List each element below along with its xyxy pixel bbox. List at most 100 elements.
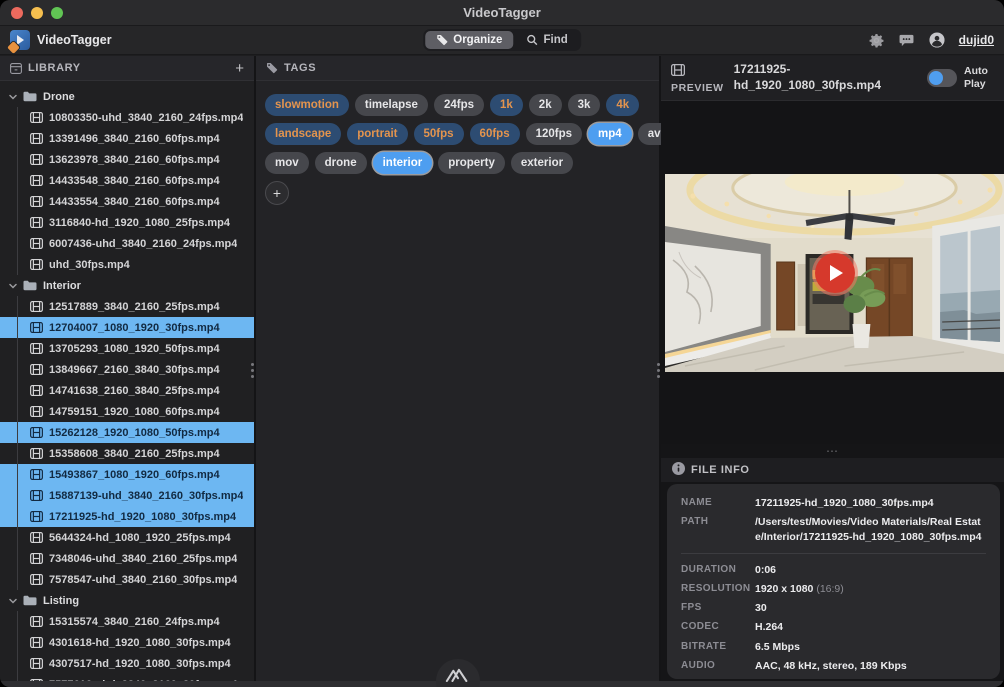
video-preview-frame[interactable] <box>665 174 1004 372</box>
file-row[interactable]: 7578547-uhd_3840_2160_30fps.mp4 <box>0 569 254 590</box>
chevron-down-icon[interactable] <box>9 282 17 290</box>
file-row[interactable]: 15262128_1920_1080_50fps.mp4 <box>0 422 254 443</box>
file-row[interactable]: 12704007_1080_1920_30fps.mp4 <box>0 317 254 338</box>
file-row[interactable]: 4307517-hd_1920_1080_30fps.mp4 <box>0 653 254 674</box>
tag-pill-property[interactable]: property <box>438 152 505 174</box>
file-name: 3116840-hd_1920_1080_25fps.mp4 <box>49 217 230 229</box>
library-title: LIBRARY <box>28 62 81 74</box>
add-library-item-button[interactable]: + <box>235 60 244 77</box>
tags-header: TAGS <box>256 56 659 81</box>
username-link[interactable]: dujid0 <box>959 33 994 47</box>
file-name: 7578547-uhd_3840_2160_30fps.mp4 <box>49 574 237 586</box>
file-name: 4301618-hd_1920_1080_30fps.mp4 <box>49 637 231 649</box>
autoplay-toggle[interactable] <box>927 69 957 87</box>
folder-row-drone[interactable]: Drone <box>0 86 254 107</box>
chat-icon[interactable] <box>899 32 915 48</box>
tag-row: mov drone interiorproperty exterior <box>265 152 650 174</box>
tag-pill-mov[interactable]: mov <box>265 152 309 174</box>
app-logo-fab[interactable] <box>436 659 480 687</box>
preview-header-left: PREVIEW <box>671 63 724 94</box>
file-row[interactable]: 14741638_2160_3840_25fps.mp4 <box>0 380 254 401</box>
folder-name: Interior <box>43 280 81 292</box>
file-row[interactable]: 13391496_3840_2160_60fps.mp4 <box>0 128 254 149</box>
file-info-header: FILE INFO <box>661 458 1004 482</box>
file-info-row: SIZE4.8 MB <box>681 678 986 679</box>
file-row[interactable]: 15358608_3840_2160_25fps.mp4 <box>0 443 254 464</box>
file-info-label: FPS <box>681 601 755 616</box>
film-icon <box>30 406 43 417</box>
film-icon <box>30 364 43 375</box>
file-info-row: FPS30 <box>681 601 986 616</box>
file-row[interactable]: uhd_30fps.mp4 <box>0 254 254 275</box>
close-button[interactable] <box>11 7 23 19</box>
library-sidebar: LIBRARY + Drone10803350-uhd_3840_2160_24… <box>0 56 256 687</box>
play-button[interactable] <box>815 253 855 293</box>
file-info-divider <box>681 553 986 554</box>
tag-pill-timelapse[interactable]: timelapse <box>355 94 428 116</box>
tag-row: slowmotion timelapse 24fps 1k 2k 3k4k <box>265 94 650 116</box>
file-row[interactable]: 5644324-hd_1080_1920_25fps.mp4 <box>0 527 254 548</box>
film-icon <box>30 301 43 312</box>
file-row[interactable]: 13849667_2160_3840_30fps.mp4 <box>0 359 254 380</box>
chevron-down-icon[interactable] <box>9 93 17 101</box>
tag-pill-24fps[interactable]: 24fps <box>434 94 484 116</box>
panel-resize-handle-right[interactable] <box>657 363 660 378</box>
file-name: 14433554_3840_2160_60fps.mp4 <box>49 196 220 208</box>
folder-row-listing[interactable]: Listing <box>0 590 254 611</box>
panel-resize-handle-horizontal[interactable]: ⋯ <box>661 444 1004 458</box>
tag-pill-60fps[interactable]: 60fps <box>470 123 520 145</box>
tag-pill-drone[interactable]: drone <box>315 152 367 174</box>
tag-pill-portrait[interactable]: portrait <box>347 123 407 145</box>
file-name: 15493867_1080_1920_60fps.mp4 <box>49 469 220 481</box>
chevron-down-icon[interactable] <box>9 597 17 605</box>
file-row[interactable]: 15315574_3840_2160_24fps.mp4 <box>0 611 254 632</box>
autoplay-control: Auto Play <box>927 65 994 91</box>
window-title: VideoTagger <box>0 5 1004 20</box>
tag-pill-3k[interactable]: 3k <box>568 94 601 116</box>
file-row[interactable]: 4301618-hd_1920_1080_30fps.mp4 <box>0 632 254 653</box>
tag-pill-slowmotion[interactable]: slowmotion <box>265 94 349 116</box>
zoom-button[interactable] <box>51 7 63 19</box>
search-icon <box>526 34 538 46</box>
gear-icon[interactable] <box>869 32 885 48</box>
tag-pill-1k[interactable]: 1k <box>490 94 523 116</box>
folder-icon <box>23 280 37 291</box>
tag-pill-120fps[interactable]: 120fps <box>526 123 582 145</box>
file-info-row: AUDIOAAC, 48 kHz, stereo, 189 Kbps <box>681 659 986 674</box>
panel-resize-handle-left[interactable] <box>251 363 254 378</box>
file-info-label: NAME <box>681 496 755 511</box>
tag-pill-landscape[interactable]: landscape <box>265 123 341 145</box>
file-row[interactable]: 12517889_3840_2160_25fps.mp4 <box>0 296 254 317</box>
file-row[interactable]: 15887139-uhd_3840_2160_30fps.mp4 <box>0 485 254 506</box>
minimize-button[interactable] <box>31 7 43 19</box>
file-row[interactable]: 3116840-hd_1920_1080_25fps.mp4 <box>0 212 254 233</box>
file-row[interactable]: 14433548_3840_2160_60fps.mp4 <box>0 170 254 191</box>
file-row[interactable]: 13705293_1080_1920_50fps.mp4 <box>0 338 254 359</box>
file-info-value: H.264 <box>755 620 986 635</box>
file-row[interactable]: 13623978_3840_2160_60fps.mp4 <box>0 149 254 170</box>
file-row[interactable]: 7348046-uhd_3840_2160_25fps.mp4 <box>0 548 254 569</box>
file-row[interactable]: 10803350-uhd_3840_2160_24fps.mp4 <box>0 107 254 128</box>
file-row[interactable]: 14759151_1920_1080_60fps.mp4 <box>0 401 254 422</box>
folder-files: 10803350-uhd_3840_2160_24fps.mp413391496… <box>0 107 254 275</box>
tag-pill-interior[interactable]: interior <box>373 152 433 174</box>
tag-pill-2k[interactable]: 2k <box>529 94 562 116</box>
tag-pill-4k[interactable]: 4k <box>606 94 639 116</box>
tag-pill-exterior[interactable]: exterior <box>511 152 573 174</box>
file-info-value: 30 <box>755 601 986 616</box>
organize-tab[interactable]: Organize <box>425 31 513 49</box>
find-tab[interactable]: Find <box>515 31 578 49</box>
tag-pill-mp4[interactable]: mp4 <box>588 123 632 145</box>
tag-pill-50fps[interactable]: 50fps <box>414 123 464 145</box>
avatar-icon[interactable] <box>929 32 945 48</box>
file-row[interactable]: 6007436-uhd_3840_2160_24fps.mp4 <box>0 233 254 254</box>
film-icon <box>30 133 43 144</box>
film-icon <box>671 63 685 81</box>
folder-row-interior[interactable]: Interior <box>0 275 254 296</box>
file-row[interactable]: 17211925-hd_1920_1080_30fps.mp4 <box>0 506 254 527</box>
file-row[interactable]: 14433554_3840_2160_60fps.mp4 <box>0 191 254 212</box>
file-row[interactable]: 15493867_1080_1920_60fps.mp4 <box>0 464 254 485</box>
preview-header: PREVIEW 17211925-hd_1920_1080_30fps.mp4 … <box>661 56 1004 101</box>
add-tag-button[interactable]: + <box>265 181 289 205</box>
tags-panel: TAGS slowmotion timelapse 24fps 1k 2k 3k4k lan… <box>256 56 661 687</box>
